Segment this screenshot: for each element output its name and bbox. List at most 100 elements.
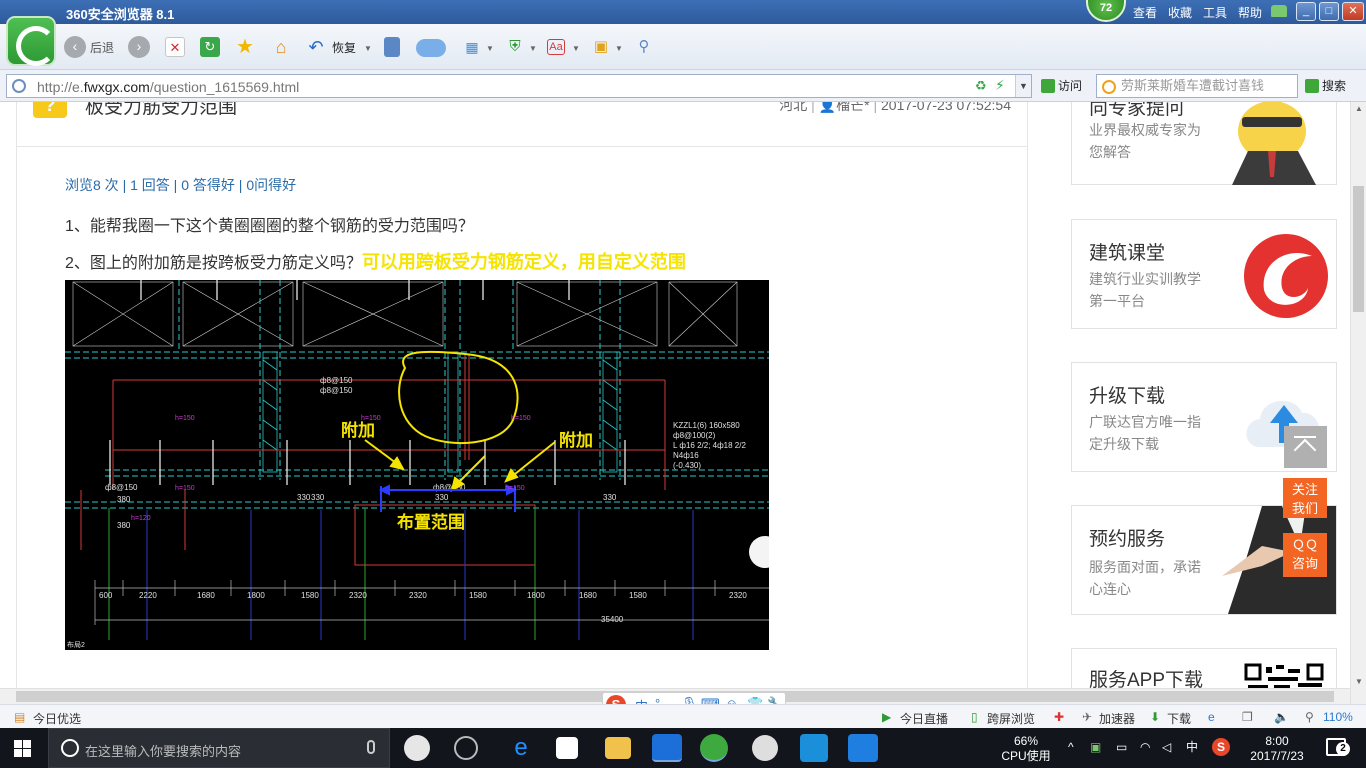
magnifier-icon[interactable]: ⚲ (634, 37, 654, 57)
cpu-usage[interactable]: 66% CPU使用 (996, 734, 1056, 764)
apps-dropdown-icon[interactable]: ▼ (486, 44, 494, 53)
restore-button[interactable]: 恢复 (332, 37, 356, 59)
rocket-icon[interactable]: ✈ (1082, 710, 1092, 724)
cloud-icon[interactable] (416, 39, 446, 57)
qq-consult-tab[interactable]: ＱＱ咨询 (1283, 533, 1327, 577)
scroll-down-icon[interactable]: ▼ (1355, 677, 1363, 686)
menu-favorites[interactable]: 收藏 (1168, 4, 1192, 21)
task-app-1-icon[interactable] (404, 735, 430, 761)
store-icon[interactable] (556, 737, 578, 759)
phone-small-icon[interactable]: ▯ (971, 710, 978, 724)
translate-icon[interactable]: Aa (547, 39, 565, 55)
question-user[interactable]: 榴芒* (836, 102, 869, 113)
home-icon[interactable]: ⌂ (271, 37, 291, 57)
favorite-star-icon[interactable]: ★ (235, 37, 255, 57)
question-location: 河北 (779, 102, 808, 113)
status-live[interactable]: 今日直播 (900, 710, 948, 727)
folder-icon[interactable] (605, 737, 631, 759)
search-input[interactable]: 劳斯莱斯婚车遭截讨喜钱 (1096, 74, 1298, 98)
skin-icon[interactable] (1271, 5, 1287, 17)
sheet-tab-label: 布局2 (67, 640, 85, 649)
forward-button[interactable]: › (128, 36, 150, 58)
task-app-4-icon[interactable] (800, 734, 828, 762)
taskbar-search-box[interactable]: 在这里输入你要搜索的内容 (48, 728, 390, 768)
phone-icon[interactable] (384, 37, 400, 57)
zoom-icon[interactable]: ⚲ (1305, 710, 1314, 724)
edge-icon[interactable]: e (506, 734, 536, 762)
card-upgrade-sub: 广联达官方唯一指定升级下载 (1089, 414, 1201, 452)
browser-logo-icon[interactable] (6, 16, 56, 66)
clock-time: 8:00 (1265, 734, 1289, 748)
minimize-button[interactable]: _ (1296, 2, 1316, 21)
scroll-up-icon[interactable]: ▲ (1355, 104, 1363, 113)
battery-icon[interactable]: ▭ (1116, 740, 1127, 755)
small-dim-3: 330 (435, 493, 449, 502)
chevron-up-icon[interactable]: ^ (1068, 740, 1074, 755)
back-to-top-button[interactable] (1284, 426, 1327, 468)
table-note-3: N4ф16 (673, 451, 699, 460)
security-score-badge[interactable]: 72 (1086, 0, 1126, 22)
wifi-icon[interactable]: ◠ (1140, 740, 1150, 755)
small-dim-0: 380 (117, 495, 131, 504)
status-zoom[interactable]: 110% (1323, 710, 1353, 724)
ime-indicator[interactable]: 中 (1186, 740, 1198, 755)
dim-1: 2220 (139, 591, 157, 600)
menu-view[interactable]: 查看 (1133, 4, 1157, 21)
go-button[interactable]: 访问 (1041, 77, 1082, 94)
ie-icon[interactable]: e (1208, 710, 1215, 724)
status-today-picks[interactable]: 今日优选 (33, 710, 81, 727)
small-dim-1: 330 (297, 493, 311, 502)
card-app[interactable]: 服务APP下载 (1071, 648, 1337, 688)
windows-start-icon[interactable] (14, 740, 31, 757)
search-button[interactable]: 搜索 (1305, 77, 1346, 94)
follow-us-tab[interactable]: 关注我们 (1283, 478, 1327, 518)
translate-dropdown-icon[interactable]: ▼ (572, 44, 580, 53)
status-download[interactable]: 下载 (1167, 710, 1191, 727)
clock[interactable]: 8:00 2017/7/23 (1240, 734, 1314, 764)
screenshot-icon[interactable]: ▣ (591, 37, 611, 57)
dim-2: 1680 (197, 591, 215, 600)
status-bar: ▤ 今日优选 ▶ 今日直播 ▯ 跨屏浏览 ✚ ✈ 加速器 ⬇ 下载 e ❐ 🔈 … (0, 704, 1366, 728)
address-bar[interactable]: http://e.fwxgx.com/question_1615569.html… (6, 74, 1032, 98)
nvidia-icon[interactable]: ▣ (1090, 740, 1101, 755)
card-course[interactable]: 建筑课堂 建筑行业实训教学第一平台 (1071, 219, 1337, 329)
apps-icon[interactable]: ▦ (462, 37, 482, 57)
menu-help[interactable]: 帮助 (1238, 4, 1262, 21)
app-g-icon[interactable] (652, 734, 682, 762)
maximize-button[interactable]: □ (1319, 2, 1339, 21)
shield-icon[interactable]: ⛨ (505, 37, 525, 57)
plus-icon[interactable]: ✚ (1054, 710, 1064, 724)
shield-dropdown-icon[interactable]: ▼ (529, 44, 537, 53)
card-expert[interactable]: 向专家提问 业界最权威专家为您解答 (1071, 102, 1337, 185)
url-text[interactable]: http://e.fwxgx.com/question_1615569.html (37, 79, 299, 95)
task-app-3-icon[interactable] (752, 735, 778, 761)
volume-icon[interactable]: 🔈 (1274, 710, 1289, 724)
lightning-icon[interactable]: ⚡ (995, 77, 1005, 94)
back-button[interactable]: 后退 (90, 37, 114, 59)
screenshot-dropdown-icon[interactable]: ▼ (615, 44, 623, 53)
mic-icon[interactable] (367, 740, 375, 754)
restore-dropdown-icon[interactable]: ▼ (364, 44, 372, 53)
download-arrow-icon[interactable]: ⬇ (1150, 710, 1160, 724)
vertical-scrollbar[interactable]: ▲ ▼ (1350, 102, 1366, 704)
hot-news-icon[interactable] (848, 734, 878, 762)
menu-tools[interactable]: 工具 (1203, 4, 1227, 21)
status-accelerator[interactable]: 加速器 (1099, 710, 1135, 727)
gift-icon[interactable]: ▤ (14, 710, 25, 724)
window-restore-icon[interactable]: ❐ (1242, 710, 1253, 724)
restore-icon[interactable]: ↶ (306, 37, 326, 57)
green-refresh-icon[interactable]: ♻ (975, 78, 987, 94)
address-dropdown-icon[interactable]: ▼ (1015, 75, 1031, 97)
refresh-icon[interactable]: ↻ (200, 37, 220, 57)
close-button[interactable]: ✕ (1342, 2, 1364, 21)
sogou-tray-icon[interactable]: S (1212, 738, 1230, 756)
browser-360-task-icon[interactable] (700, 734, 728, 762)
task-app-2-icon[interactable] (454, 736, 478, 760)
play-icon[interactable]: ▶ (882, 710, 891, 724)
status-cross-screen[interactable]: 跨屏浏览 (987, 710, 1035, 727)
speaker-icon[interactable]: ◁ (1162, 740, 1171, 755)
vertical-scroll-thumb[interactable] (1353, 186, 1364, 312)
table-note-2: L ф16 2/2; 4ф18 2/2 (673, 441, 746, 450)
stop-icon[interactable]: ✕ (165, 37, 185, 57)
back-arrow-icon[interactable]: ‹ (64, 36, 86, 58)
